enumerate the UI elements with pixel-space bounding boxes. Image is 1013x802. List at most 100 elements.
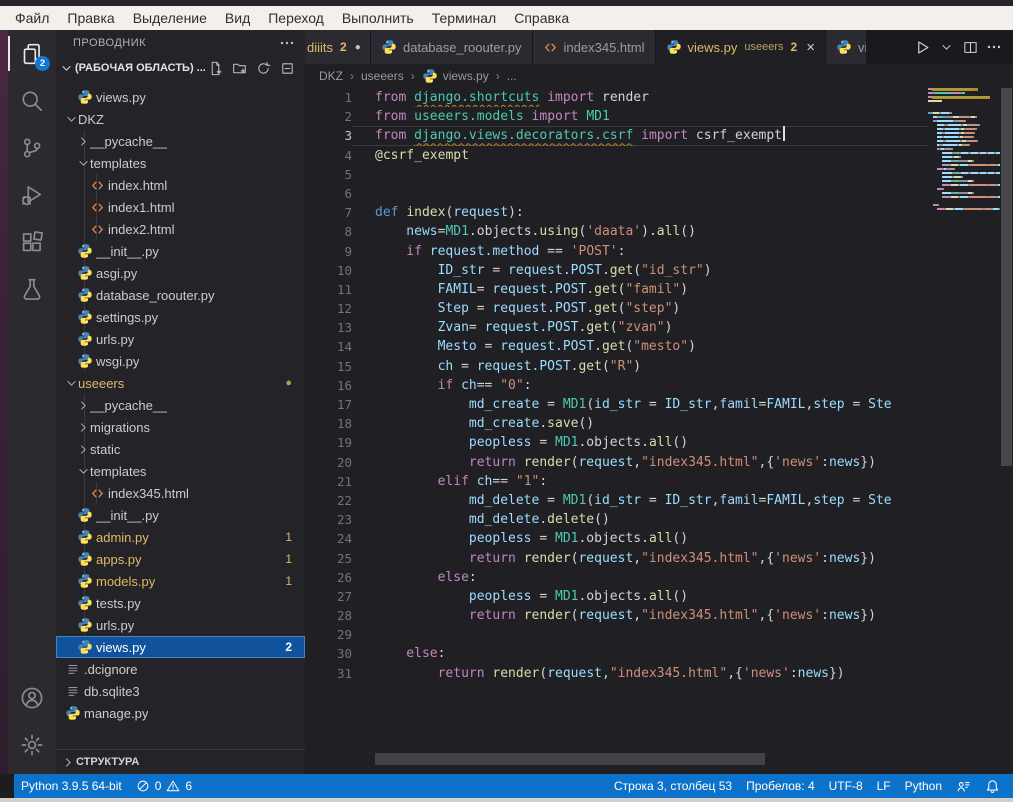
code-editor[interactable]: 1from django.shortcuts import render2fro… — [305, 88, 928, 774]
refresh-explorer-icon[interactable] — [253, 58, 273, 78]
tab-diiits[interactable]: diiits2● — [305, 30, 371, 64]
status-python-interpreter[interactable]: Python 3.9.5 64-bit — [14, 774, 129, 798]
status-feedback[interactable] — [949, 774, 978, 798]
tree-item-migrations[interactable]: migrations — [56, 416, 305, 438]
code-line-27[interactable]: 27peopless = MD1.objects.all() — [305, 587, 928, 606]
tab-index345.html[interactable]: index345.html — [533, 30, 656, 64]
tree-item-templates[interactable]: templates — [56, 460, 305, 482]
tree-item-models.py[interactable]: models.py1 — [56, 570, 305, 592]
activity-extensions[interactable] — [8, 218, 56, 265]
tree-item-urls.py[interactable]: urls.py — [56, 328, 305, 350]
code-line-31[interactable]: 31return render(request,"index345.html",… — [305, 664, 928, 683]
code-line-24[interactable]: 24peopless = MD1.objects.all() — [305, 529, 928, 548]
vertical-scrollbar[interactable] — [1000, 88, 1013, 774]
menu-item[interactable]: Выполнить — [333, 9, 423, 27]
tree-item-views.py[interactable]: views.py — [56, 86, 305, 108]
code-line-9[interactable]: 9if request.method == 'POST': — [305, 242, 928, 261]
code-line-16[interactable]: 16if ch== "0": — [305, 376, 928, 395]
activity-search[interactable] — [8, 77, 56, 124]
code-line-6[interactable]: 6 — [305, 184, 928, 203]
activity-accounts[interactable] — [8, 674, 56, 721]
tree-item-admin.py[interactable]: admin.py1 — [56, 526, 305, 548]
activity-explorer[interactable]: 2 — [8, 30, 56, 77]
tree-item-wsgi.py[interactable]: wsgi.py — [56, 350, 305, 372]
code-line-1[interactable]: 1from django.shortcuts import render — [305, 88, 928, 107]
tree-item-__pycache__[interactable]: __pycache__ — [56, 394, 305, 416]
menu-item[interactable]: Вид — [216, 9, 259, 27]
split-editor-icon[interactable] — [959, 36, 981, 58]
code-line-25[interactable]: 25return render(request,"index345.html",… — [305, 549, 928, 568]
code-line-19[interactable]: 19peopless = MD1.objects.all() — [305, 433, 928, 452]
code-line-2[interactable]: 2from useeers.models import MD1 — [305, 107, 928, 126]
code-line-26[interactable]: 26else: — [305, 568, 928, 587]
tree-item-index1.html[interactable]: index1.html — [56, 196, 305, 218]
breadcrumb-item[interactable]: DKZ — [319, 69, 343, 83]
code-line-30[interactable]: 30else: — [305, 644, 928, 663]
code-line-21[interactable]: 21elif ch== "1": — [305, 472, 928, 491]
tab-database_roouter.py[interactable]: database_roouter.py — [371, 30, 533, 64]
tree-item-index345.html[interactable]: index345.html — [56, 482, 305, 504]
menu-item[interactable]: Терминал — [423, 9, 505, 27]
minimap[interactable] — [928, 88, 1000, 228]
code-line-11[interactable]: 11FAMIL= request.POST.get("famil") — [305, 280, 928, 299]
activity-run-and-debug[interactable] — [8, 171, 56, 218]
tree-item-db.sqlite3[interactable]: db.sqlite3 — [56, 680, 305, 702]
code-line-28[interactable]: 28return render(request,"index345.html",… — [305, 606, 928, 625]
code-line-8[interactable]: 8news=MD1.objects.using('daata').all() — [305, 222, 928, 241]
code-line-3[interactable]: 3from django.views.decorators.csrf impor… — [305, 126, 928, 145]
status-language-mode[interactable]: Python — [898, 774, 949, 798]
status-notifications[interactable] — [978, 774, 1007, 798]
breadcrumb-item[interactable]: useeers — [361, 69, 404, 83]
code-line-20[interactable]: 20return render(request,"index345.html",… — [305, 453, 928, 472]
code-line-22[interactable]: 22md_delete = MD1(id_str = ID_str,famil=… — [305, 491, 928, 510]
run-icon[interactable] — [911, 36, 933, 58]
new-file-icon[interactable] — [205, 58, 225, 78]
tree-item-settings.py[interactable]: settings.py — [56, 306, 305, 328]
code-line-23[interactable]: 23md_delete.delete() — [305, 510, 928, 529]
breadcrumb-item[interactable]: views.py — [422, 68, 489, 84]
code-line-15[interactable]: 15ch = request.POST.get("R") — [305, 357, 928, 376]
tree-item-apps.py[interactable]: apps.py1 — [56, 548, 305, 570]
code-line-18[interactable]: 18md_create.save() — [305, 414, 928, 433]
vertical-scrollbar-thumb[interactable] — [1001, 88, 1012, 466]
tree-item-static[interactable]: static — [56, 438, 305, 460]
tree-item-urls.py[interactable]: urls.py — [56, 614, 305, 636]
workspace-section-header[interactable]: (РАБОЧАЯ ОБЛАСТЬ) ... — [56, 56, 305, 80]
code-line-7[interactable]: 7def index(request): — [305, 203, 928, 222]
tree-item-manage.py[interactable]: manage.py — [56, 702, 305, 724]
activity-source-control[interactable] — [8, 124, 56, 171]
tree-item-.dcignore[interactable]: .dcignore — [56, 658, 305, 680]
more-actions-icon[interactable] — [279, 35, 295, 51]
menu-item[interactable]: Переход — [259, 9, 333, 27]
status-encoding[interactable]: UTF-8 — [822, 774, 870, 798]
tree-item-asgi.py[interactable]: asgi.py — [56, 262, 305, 284]
code-line-13[interactable]: 13Zvan= request.POST.get("zvan") — [305, 318, 928, 337]
tree-item-__init__.py[interactable]: __init__.py — [56, 504, 305, 526]
menu-item[interactable]: Правка — [58, 9, 123, 27]
horizontal-scrollbar-thumb[interactable] — [375, 753, 765, 765]
close-icon[interactable]: × — [806, 40, 815, 55]
tree-item-__init__.py[interactable]: __init__.py — [56, 240, 305, 262]
tree-item-__pycache__[interactable]: __pycache__ — [56, 130, 305, 152]
modified-dot-icon[interactable]: ● — [355, 42, 361, 53]
code-line-10[interactable]: 10ID_str = request.POST.get("id_str") — [305, 261, 928, 280]
run-dropdown-icon[interactable] — [935, 36, 957, 58]
breadcrumb[interactable]: DKZ›useeers›views.py›... — [305, 64, 1013, 88]
activity-testing[interactable] — [8, 265, 56, 312]
code-line-5[interactable]: 5 — [305, 165, 928, 184]
menu-item[interactable]: Файл — [6, 9, 58, 27]
status-indentation[interactable]: Пробелов: 4 — [739, 774, 822, 798]
tree-item-views.py[interactable]: views.py2 — [56, 636, 305, 658]
tab-vie[interactable]: vie — [826, 30, 866, 64]
tree-item-useeers[interactable]: useeers● — [56, 372, 305, 394]
collapse-folders-icon[interactable] — [277, 58, 297, 78]
activity-settings[interactable] — [8, 721, 56, 768]
breadcrumb-item[interactable]: ... — [507, 69, 517, 83]
more-actions-icon[interactable] — [983, 36, 1005, 58]
status-problems[interactable]: 06 — [129, 774, 199, 798]
status-eol[interactable]: LF — [870, 774, 898, 798]
code-line-14[interactable]: 14Mesto = request.POST.get("mesto") — [305, 337, 928, 356]
menu-item[interactable]: Справка — [505, 9, 578, 27]
code-line-4[interactable]: 4@csrf_exempt — [305, 146, 928, 165]
code-line-17[interactable]: 17md_create = MD1(id_str = ID_str,famil=… — [305, 395, 928, 414]
